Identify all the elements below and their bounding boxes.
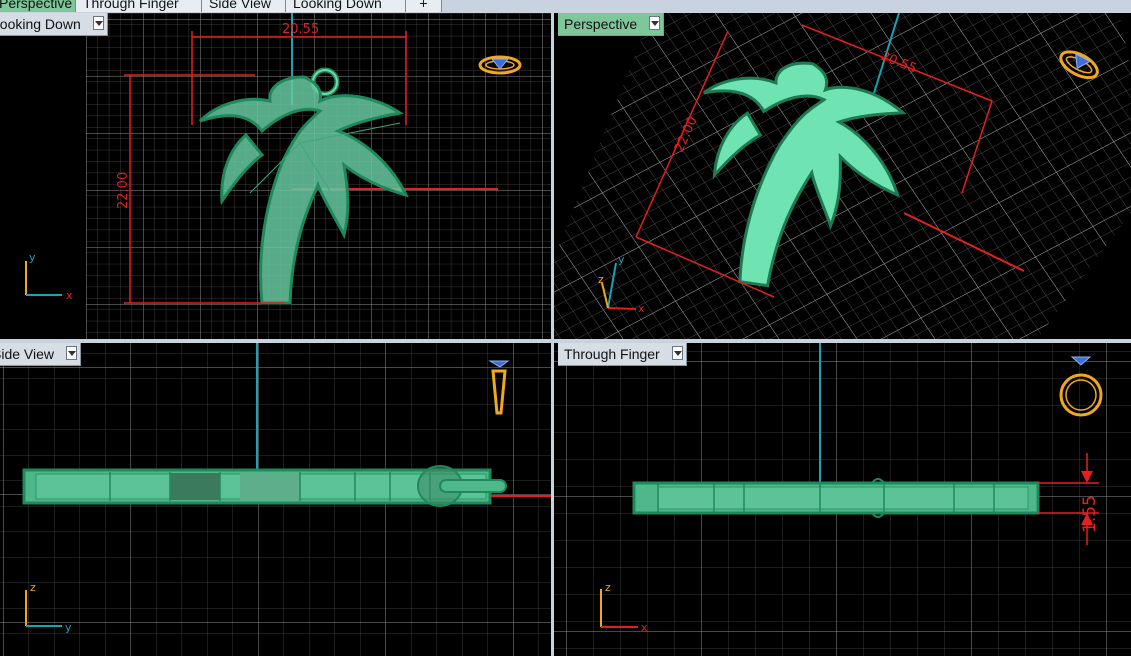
- axis-z-label: z: [605, 581, 611, 594]
- chevron-down-icon[interactable]: [92, 16, 104, 30]
- chevron-down-icon[interactable]: [66, 346, 78, 360]
- tab-through-finger[interactable]: Through Finger: [76, 0, 202, 12]
- tab-perspective[interactable]: Perspective: [0, 0, 76, 12]
- chevron-down-icon[interactable]: [649, 16, 661, 30]
- viewport-label-side-view[interactable]: Side View: [0, 343, 82, 366]
- perspective-canvas: 20.55 22.00 y z x: [554, 13, 1131, 339]
- dimension-width-label: 20.55: [282, 22, 319, 37]
- axis-z-label: z: [598, 273, 604, 286]
- axis-x-label: x: [66, 289, 73, 302]
- tab-looking-down[interactable]: Looking Down: [286, 0, 406, 12]
- tab-side-view[interactable]: Side View: [202, 0, 286, 12]
- viewport-looking-down[interactable]: 20.55 22.00 y x Looking Down: [0, 13, 551, 339]
- dimension-height-label: 22.00: [116, 172, 131, 209]
- through-finger-canvas: 1.55 z x: [554, 343, 1131, 656]
- axis-y-label: y: [29, 251, 36, 264]
- viewport-perspective[interactable]: 20.55 22.00 y z x Perspective: [554, 13, 1131, 339]
- looking-down-canvas: 20.55 22.00 y x: [25, 13, 551, 339]
- viewport-title: Side View: [0, 346, 55, 362]
- chevron-down-icon[interactable]: [671, 346, 683, 360]
- axis-y-label: y: [65, 621, 72, 634]
- axis-x-label: x: [638, 302, 645, 315]
- viewport-title: Perspective: [564, 16, 638, 32]
- viewport-label-looking-down[interactable]: Looking Down: [0, 13, 108, 36]
- viewport-label-perspective[interactable]: Perspective: [558, 13, 665, 36]
- dimension-thickness-label: 1.55: [1080, 495, 1100, 533]
- axis-z-label: z: [30, 581, 36, 594]
- viewport-title: Looking Down: [0, 16, 81, 32]
- add-tab-button[interactable]: +: [406, 0, 442, 12]
- viewport-title: Through Finger: [564, 346, 660, 362]
- side-view-canvas: z y: [0, 343, 551, 656]
- viewport-label-through-finger[interactable]: Through Finger: [558, 343, 687, 366]
- viewport-side-view[interactable]: z y Side View: [0, 343, 551, 656]
- axis-y-label: y: [618, 253, 625, 266]
- viewport-through-finger[interactable]: 1.55 z x Through Finger: [554, 343, 1131, 656]
- axis-x-label: x: [641, 621, 648, 634]
- view-tab-bar: Perspective Through Finger Side View Loo…: [0, 0, 1131, 13]
